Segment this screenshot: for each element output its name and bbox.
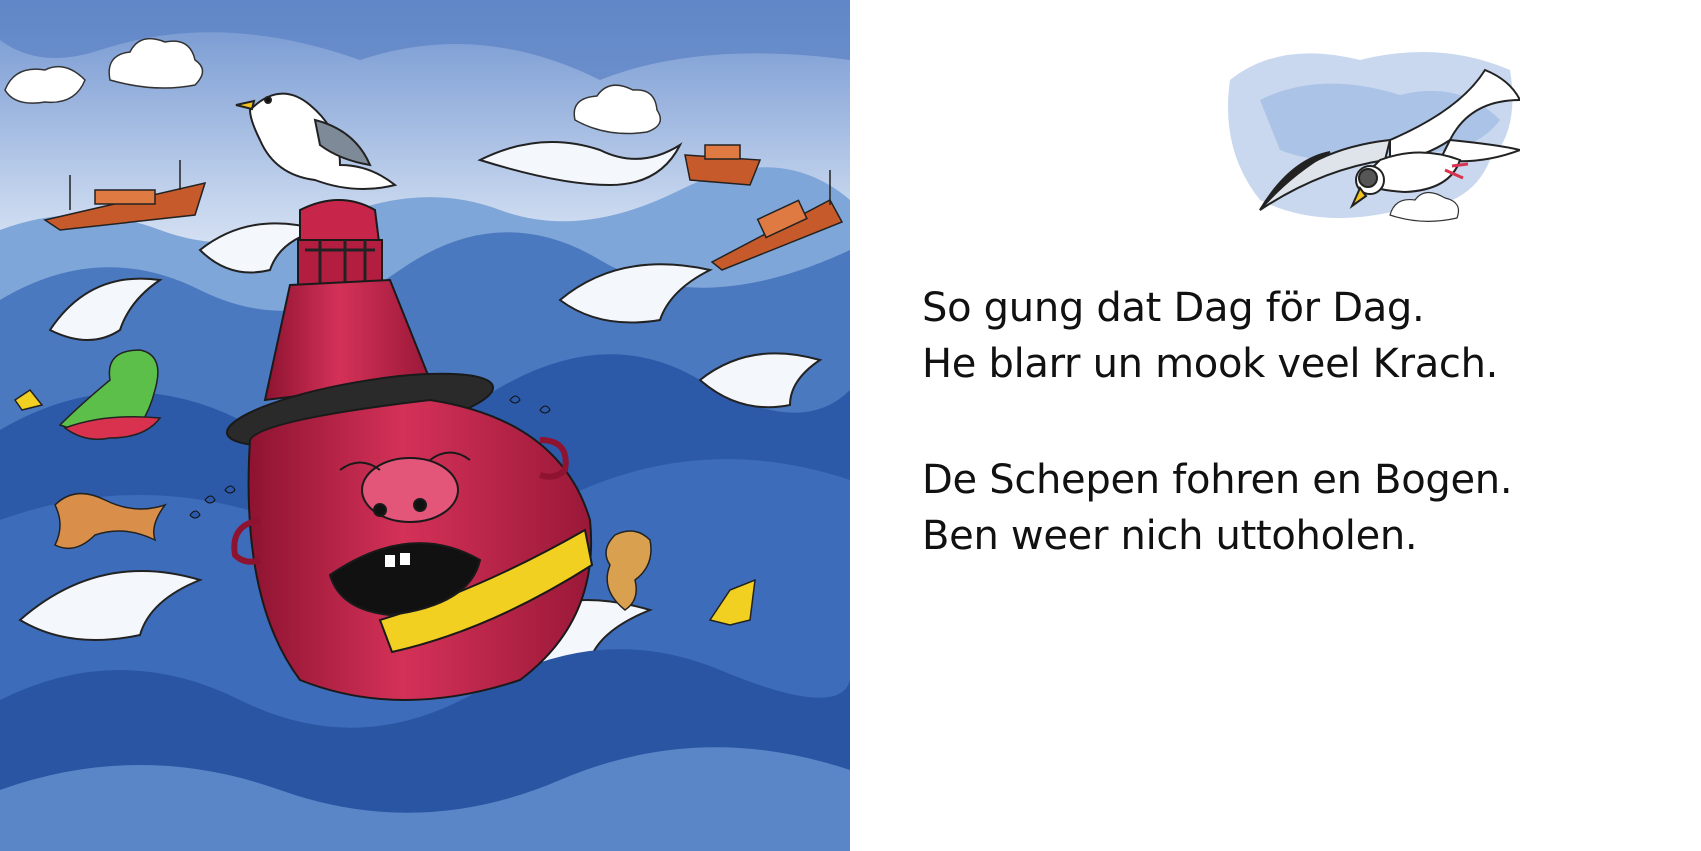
story-text: So gung dat Dag för Dag. He blarr un moo…	[922, 280, 1622, 624]
book-spread: So gung dat Dag för Dag. He blarr un moo…	[0, 0, 1701, 851]
flying-seagull-vignette	[1220, 40, 1520, 270]
stanza-2: De Schepen fohren en Bogen. Ben weer nic…	[922, 452, 1622, 564]
stanza-1: So gung dat Dag för Dag. He blarr un moo…	[922, 280, 1622, 392]
story-line: De Schepen fohren en Bogen.	[922, 457, 1513, 503]
text-page: So gung dat Dag för Dag. He blarr un moo…	[850, 0, 1701, 851]
stormy-sea-illustration	[0, 0, 850, 851]
flying-seagull-icon	[1228, 52, 1520, 222]
story-line: He blarr un mook veel Krach.	[922, 341, 1499, 387]
illustration-page	[0, 0, 850, 851]
story-line: Ben weer nich uttoholen.	[922, 513, 1418, 559]
story-line: So gung dat Dag för Dag.	[922, 285, 1425, 331]
